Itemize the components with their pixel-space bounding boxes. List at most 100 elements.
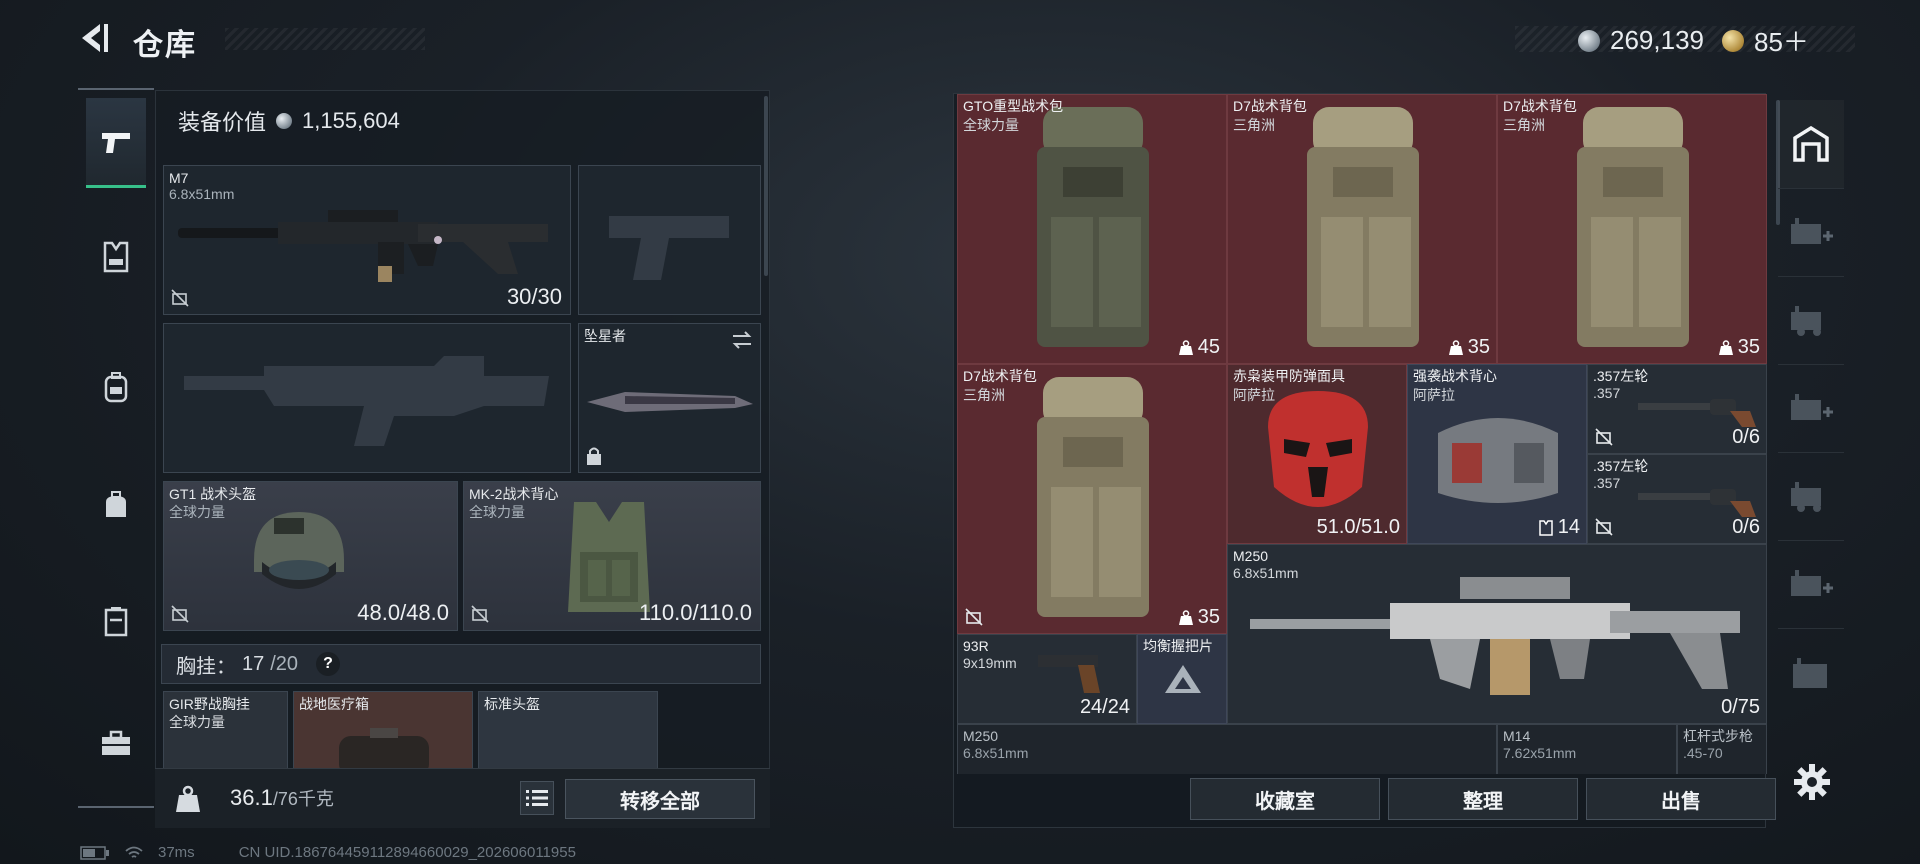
item-name: M14 <box>1503 728 1531 744</box>
silver-coin-icon <box>276 113 293 129</box>
pouch-item-name: GIR野战胸挂 <box>169 696 250 712</box>
primary-weapon-slot[interactable]: M7 6.8x51mm 30/30 <box>163 165 571 315</box>
storage-item[interactable]: D7战术背包 三角洲 35 <box>957 364 1227 634</box>
item-value: 35 <box>1448 336 1490 359</box>
storage-item[interactable]: 赤枭装甲防弹面具 阿萨拉 51.0/51.0 <box>1227 364 1407 544</box>
status-bar: 37ms CN UID.18676445911289466002​9_20260… <box>80 844 576 861</box>
item-name: GTO重型战术包 <box>963 98 1064 114</box>
storage-item[interactable]: 杠杆式步枪 .45-70 <box>1677 724 1767 774</box>
lock-off-icon <box>171 289 189 307</box>
pouch-item[interactable]: 标准头盔 <box>478 691 658 771</box>
pouch-item[interactable]: GIR野战胸挂 全球力量 <box>163 691 288 771</box>
item-name: .357左轮 <box>1593 458 1649 474</box>
melee-slot[interactable]: 坠星者 <box>578 323 761 473</box>
tab-storage-2[interactable] <box>1778 188 1844 276</box>
secondary-weapon-slot[interactable] <box>163 323 571 473</box>
equipment-value-label: 装备价值 <box>178 110 267 135</box>
sell-button[interactable]: 出售 <box>1586 778 1776 820</box>
category-backpack[interactable] <box>86 342 146 432</box>
item-faction: 6.8x51mm <box>1233 565 1299 581</box>
currency-display: 269,139 85＋ <box>1578 22 1809 59</box>
weight-value: 36.1 <box>230 785 273 810</box>
silver-coin-icon <box>1578 29 1600 52</box>
storage-item[interactable]: 93R 9x19mm 24/24 <box>957 634 1137 724</box>
backpack-image <box>1037 107 1149 347</box>
tab-storage-7[interactable] <box>1778 628 1844 716</box>
item-faction: 三角洲 <box>1233 117 1275 133</box>
tab-storage-3[interactable] <box>1778 276 1844 364</box>
tab-storage-6[interactable] <box>1778 540 1844 628</box>
storage-item[interactable]: D7战术背包 三角洲 35 <box>1227 94 1497 364</box>
medkit-image <box>339 728 429 770</box>
battery-icon <box>80 845 109 860</box>
storage-item[interactable]: D7战术背包 三角洲 35 <box>1497 94 1767 364</box>
gold-amount[interactable]: 85＋ <box>1754 22 1809 59</box>
chest-rig-bar[interactable]: 胸挂： 17/20 ? <box>161 644 761 684</box>
armor-name: MK-2战术背心 <box>469 486 559 502</box>
back-button[interactable] <box>74 18 114 58</box>
storage-item[interactable]: 强袭战术背心 阿萨拉 14 <box>1407 364 1587 544</box>
gear-icon <box>1794 764 1830 800</box>
weight-icon <box>1718 339 1733 355</box>
item-name: 均衡握把片 <box>1143 638 1213 654</box>
storage-item[interactable]: M250 6.8x51mm <box>957 724 1497 774</box>
category-case[interactable] <box>86 576 146 666</box>
armor-slot[interactable]: MK-2战术背心 全球力量 110.0/110.0 <box>463 481 761 631</box>
tab-storage-4[interactable] <box>1778 364 1844 452</box>
storage-panel: GTO重型战术包 全球力量 45 D7战术背包 三角洲 35 D7战术背包 三角… <box>953 93 1767 828</box>
armor-faction: 全球力量 <box>469 504 525 520</box>
chest-rig-total: /20 <box>270 652 299 675</box>
tab-storage-5[interactable] <box>1778 452 1844 540</box>
item-name: M250 <box>963 728 999 744</box>
storage-item[interactable]: 均衡握把片 <box>1137 634 1227 724</box>
backpack-image <box>1577 107 1689 347</box>
lock-off-icon <box>471 605 489 623</box>
tab-warehouse[interactable] <box>1778 100 1844 188</box>
sort-button[interactable]: 整理 <box>1388 778 1578 820</box>
scrollbar[interactable] <box>764 96 768 276</box>
sidearm-slot[interactable] <box>578 165 761 315</box>
user-uid: CN UID.18676445911289466002​9_2026060119… <box>238 844 576 861</box>
lock-icon <box>587 447 601 465</box>
storage-item[interactable]: GTO重型战术包 全球力量 45 <box>957 94 1227 364</box>
swap-icon[interactable] <box>730 328 754 352</box>
weapon-ammo: 30/30 <box>506 284 562 309</box>
list-view-button[interactable] <box>520 781 554 815</box>
weapon-name: M7 <box>169 170 189 186</box>
helmet-slot[interactable]: GT1 战术头盔 全球力量 48.0/48.0 <box>163 481 458 631</box>
pistol-placeholder-icon <box>609 216 729 280</box>
back-arrow-icon <box>82 24 108 52</box>
backpack-image <box>1307 107 1419 347</box>
category-bag[interactable] <box>86 460 146 550</box>
knife-image <box>587 392 753 412</box>
lock-off-icon <box>965 608 983 626</box>
storage-item[interactable]: M14 7.62x51mm <box>1497 724 1677 774</box>
pouch-item[interactable]: 战地医疗箱 <box>293 691 473 771</box>
item-value: 0/75 <box>1721 696 1760 718</box>
help-icon[interactable]: ? <box>316 652 341 676</box>
storage-item[interactable]: M250 6.8x51mm 0/75 <box>1227 544 1767 724</box>
category-armor[interactable] <box>86 212 146 302</box>
equipment-panel: 装备价值 1,155,604 M7 6.8x51mm 30/30 坠星者 GT1… <box>155 90 770 828</box>
bag-icon <box>106 491 126 517</box>
lock-off-icon <box>1595 428 1613 446</box>
pistol-image <box>1038 655 1100 693</box>
ping: 37ms <box>158 844 195 861</box>
storage-item[interactable]: .357左轮 .357 0/6 <box>1587 364 1767 454</box>
collection-button[interactable]: 收藏室 <box>1190 778 1380 820</box>
category-weapons[interactable] <box>86 98 146 188</box>
case-icon <box>104 607 128 637</box>
item-faction: .45-70 <box>1683 745 1723 761</box>
storage-item[interactable]: .357左轮 .357 0/6 <box>1587 454 1767 544</box>
transfer-all-button[interactable]: 转移全部 <box>565 779 755 819</box>
armor-durability: 110.0/110.0 <box>639 600 752 625</box>
category-tools[interactable] <box>86 698 146 788</box>
helmet-faction: 全球力量 <box>169 504 225 520</box>
settings-button[interactable] <box>1792 762 1832 802</box>
item-value: 51.0/51.0 <box>1316 516 1400 538</box>
inventory-footer: 36.1/76千克 转移全部 <box>155 768 770 828</box>
weight-icon <box>1178 339 1193 355</box>
vest-small-icon <box>1539 519 1553 536</box>
carry-weight: 36.1/76千克 <box>230 785 334 811</box>
list-icon <box>526 790 548 806</box>
